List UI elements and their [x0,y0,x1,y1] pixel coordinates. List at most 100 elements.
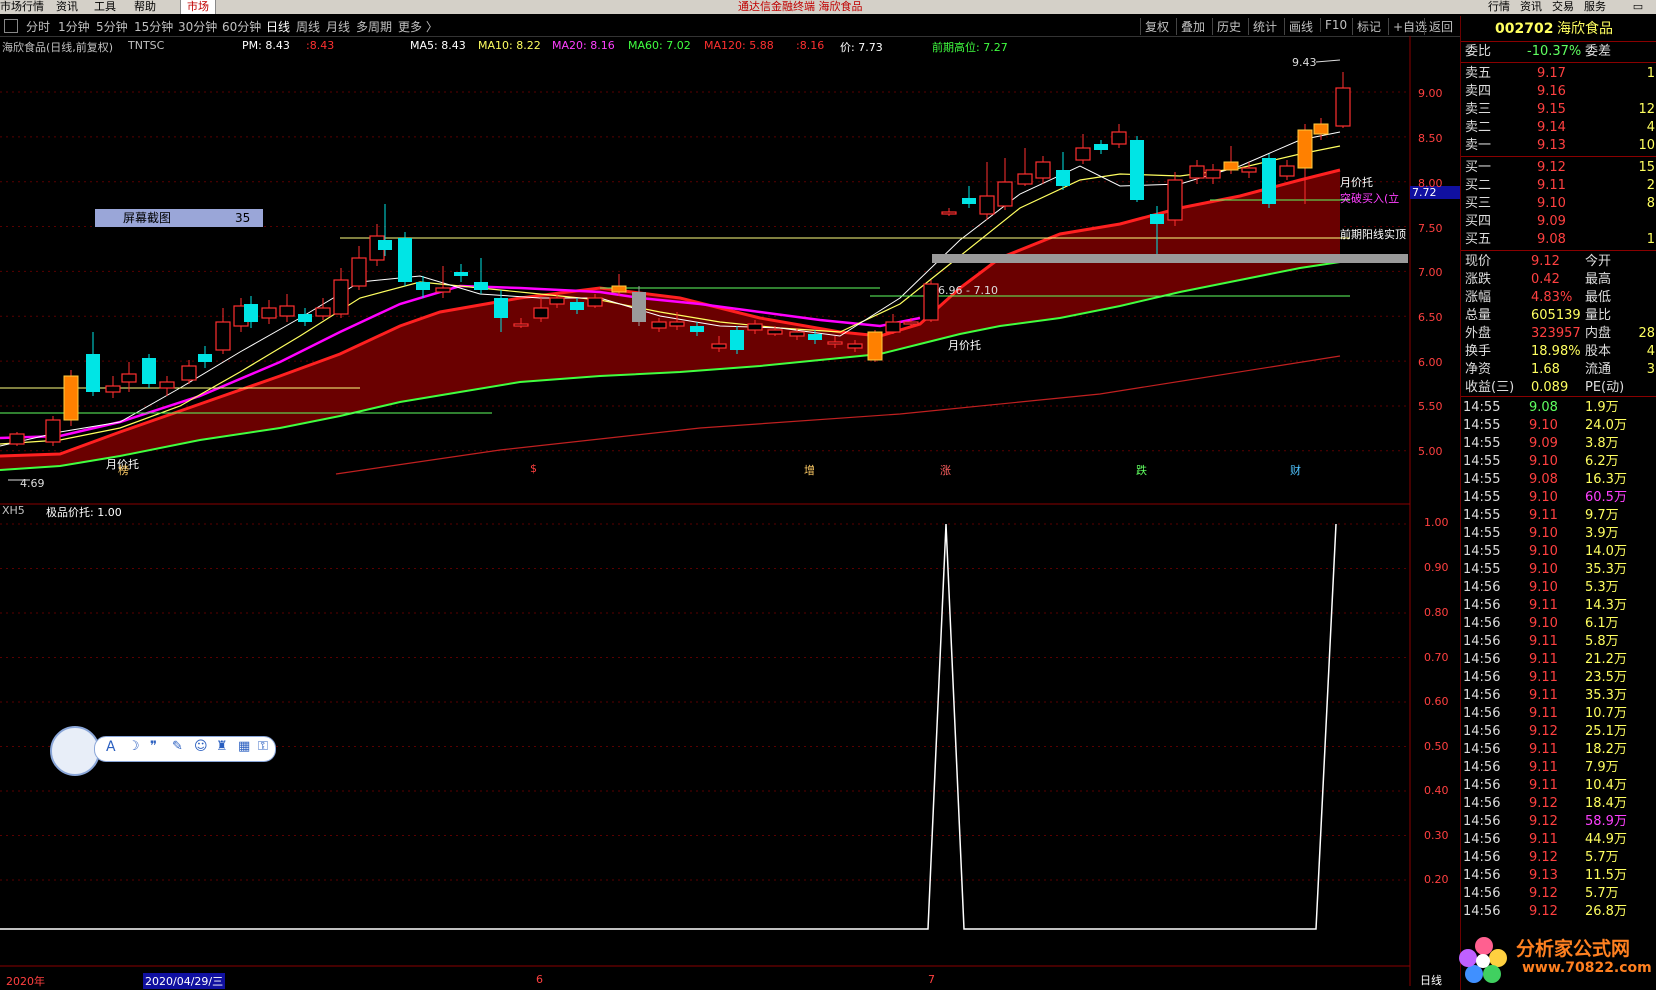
lock-icon[interactable]: ⚿ [258,739,268,754]
moon-icon[interactable]: ☽ [128,739,140,754]
candle-body-down [86,354,100,392]
candle-body-up [711,343,727,349]
menu-right-quote[interactable]: 行情 [1488,0,1510,14]
y-tick-label: 6.00 [1418,356,1443,369]
menu-tools[interactable]: 工具 [94,0,116,14]
menu-right-service[interactable]: 服务 [1584,0,1606,14]
ask-price: 9.17 [1537,66,1566,81]
layout-icon[interactable] [4,19,18,33]
candle-body-up [121,373,137,383]
bid-row: 买四 9.09 [1461,213,1656,231]
tool-watchlist-button[interactable]: +自选 [1388,18,1427,35]
tick-volume: 10.4万 [1585,778,1627,793]
weicha-label: 委差 [1585,44,1612,59]
period-tab-weekly[interactable]: 周线 [296,18,320,35]
tick-volume: 5.7万 [1585,850,1619,865]
candle-body-up [847,343,863,349]
period-tab-more[interactable]: 更多 〉 [398,18,438,35]
period-tab-5min[interactable]: 5分钟 [96,18,128,35]
quote-divider [1461,250,1656,251]
high-price-annotation: 9.43 [1292,56,1317,69]
tool-adjust-button[interactable]: 复权 [1140,18,1169,35]
tick-row: 14:56 9.12 5.7万 [1461,885,1656,903]
tool-mark-button[interactable]: 标记 [1352,18,1381,35]
tick-row: 14:56 9.11 7.9万 [1461,759,1656,777]
tick-volume: 35.3万 [1585,562,1627,577]
menu-market-quote[interactable]: 市场行情 [0,0,44,14]
stat-label: 涨跌 [1465,272,1492,287]
indicator-name[interactable]: TNTSC [128,39,164,52]
floating-toolbar[interactable]: A ☽ ❞ ✎ ☺ ♜ ▦ ⚿ [50,726,276,776]
period-tab-60min[interactable]: 60分钟 [222,18,261,35]
tick-row: 14:56 9.11 44.9万 [1461,831,1656,849]
stat-value: 1.68 [1531,362,1560,377]
menu-news[interactable]: 资讯 [56,0,78,14]
period-tab-30min[interactable]: 30分钟 [178,18,217,35]
menu-help[interactable]: 帮助 [134,0,156,14]
candle-body-limit-up [611,285,627,293]
tool-f10-button[interactable]: F10 [1320,18,1347,32]
period-tab-daily[interactable]: 日线 [266,18,290,35]
kline-chart-svg[interactable] [0,36,1412,986]
assistant-avatar[interactable] [50,726,100,776]
event-marker-2[interactable]: $ [530,462,537,475]
grid-icon[interactable]: ▦ [238,739,250,754]
candle-body-up [997,181,1013,207]
chart-area[interactable]: 海欣食品(日线,前复权) TNTSC PM: 8.43 :8.43 MA5: 8… [0,36,1462,989]
candle-body-up [767,329,783,335]
y-tick-label: 7.00 [1418,266,1443,279]
wrench-icon[interactable]: ✎ [172,739,183,754]
stat-row: 涨幅 4.83% 最低 [1461,289,1656,307]
menu-right-news[interactable]: 资讯 [1520,0,1542,14]
period-tab-intraday[interactable]: 分时 [26,18,50,35]
tool-overlay-button[interactable]: 叠加 [1176,18,1205,35]
ma120-value: MA120: 5.88 [704,39,774,52]
candle-body-up [1189,165,1205,179]
screenshot-count: 35 [235,211,251,225]
tick-time: 14:56 [1463,724,1501,739]
candle-body-down [142,358,156,384]
event-marker-4[interactable]: 涨 [940,462,951,478]
sub-chart-title[interactable]: XH5 [2,504,25,517]
smile-icon[interactable]: ☺ [194,739,208,754]
bid-volume: 1 [1646,232,1655,247]
candle-body-up [549,297,565,305]
tick-price: 9.11 [1529,832,1558,847]
tool-stats-button[interactable]: 统计 [1248,18,1277,35]
period-tab-multi[interactable]: 多周期 [356,18,392,35]
period-tab-15min[interactable]: 15分钟 [134,18,173,35]
candle-body-up [1167,179,1183,221]
candle-body-down [1262,158,1276,204]
screenshot-label-box[interactable]: 屏幕截图 35 [95,209,263,227]
tool-history-button[interactable]: 历史 [1212,18,1241,35]
tool-draw-button[interactable]: 画线 [1284,18,1313,35]
event-marker-5[interactable]: 跌 [1136,462,1147,478]
font-icon[interactable]: A [106,739,116,755]
tick-volume: 58.9万 [1585,814,1627,829]
tick-price: 9.10 [1529,580,1558,595]
quote-icon[interactable]: ❞ [150,739,157,754]
prev-yang-label: 前期阳线实顶 [1340,228,1406,241]
menu-right-trade[interactable]: 交易 [1552,0,1574,14]
tick-price: 9.11 [1529,778,1558,793]
period-tab-1min[interactable]: 1分钟 [58,18,90,35]
tick-time: 14:55 [1463,400,1501,415]
event-marker-1[interactable]: 榜 [118,462,129,478]
period-tab-monthly[interactable]: 月线 [326,18,350,35]
tool-back-button[interactable]: 返回 [1424,18,1453,35]
tick-row: 14:55 9.10 6.2万 [1461,453,1656,471]
candle-body-up [923,283,939,321]
ma10-value: MA10: 8.22 [478,39,541,52]
minimize-icon[interactable]: ▭ [1624,0,1652,14]
event-marker-3[interactable]: 增 [804,462,815,478]
candle-body-down [494,298,508,318]
sub-y-tick-label: 0.20 [1424,873,1449,886]
tick-row: 14:56 9.11 10.7万 [1461,705,1656,723]
menu-market-tab[interactable]: 市场 [180,0,216,14]
candle-body-up [941,211,957,215]
candle-body-down [1094,144,1108,150]
event-marker-6[interactable]: 财 [1290,462,1301,478]
shirt-icon[interactable]: ♜ [216,739,228,754]
candle-body-up [979,195,995,215]
candle-body-up [903,321,919,325]
